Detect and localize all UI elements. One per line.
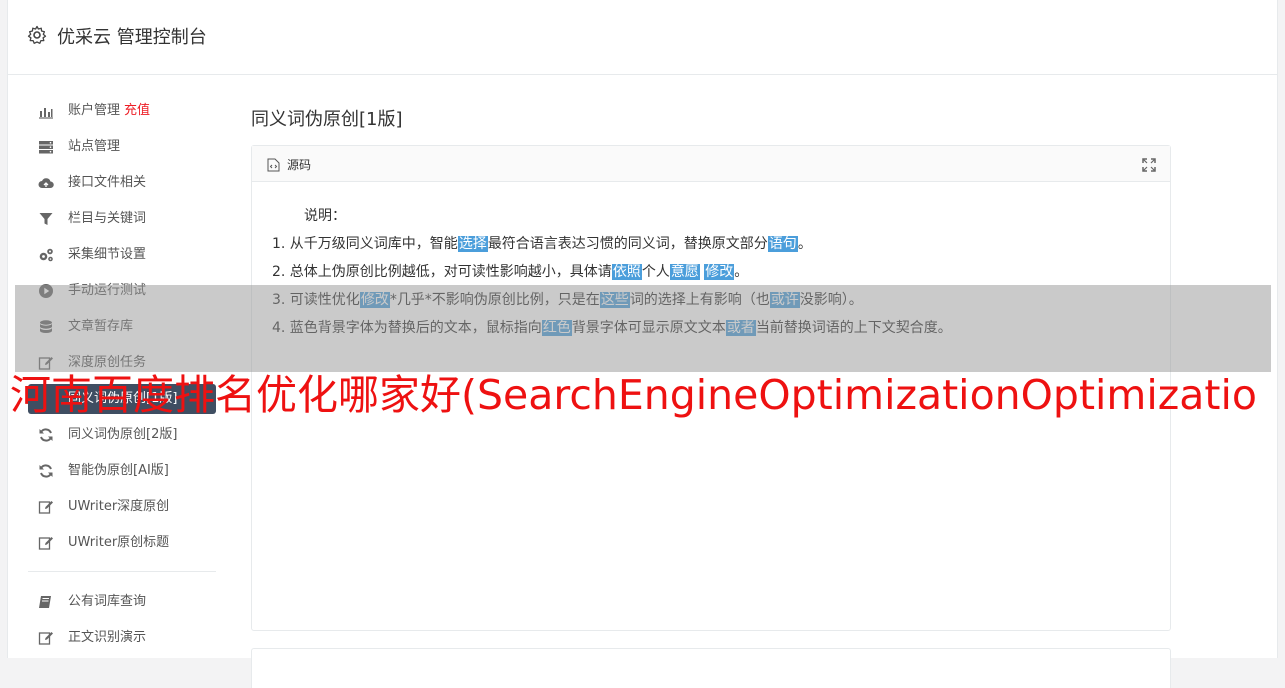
sidebar-item-9[interactable]: 同义词伪原创[2版]	[28, 420, 216, 450]
sidebar-item-13[interactable]: 公有词库查询	[28, 587, 216, 617]
sidebar-item-label: 智能伪原创[AI版]	[68, 463, 169, 478]
code-file-icon	[267, 158, 280, 172]
sidebar-item-label: 公有词库查询	[68, 594, 147, 609]
text-segment: 。	[734, 264, 749, 280]
sidebar-item-1[interactable]: 站点管理	[28, 132, 216, 162]
text-segment: 个人	[641, 264, 670, 280]
sidebar-item-14[interactable]: 正文识别演示	[28, 623, 216, 653]
top-header: 优采云 管理控制台	[8, 0, 1277, 75]
bar-chart-icon	[39, 108, 53, 119]
gears-icon	[39, 248, 53, 262]
sidebar-item-label: 接口文件相关	[68, 175, 147, 190]
sidebar-item-3[interactable]: 栏目与关键词	[28, 204, 216, 234]
gray-overlay	[15, 285, 1271, 372]
expand-icon[interactable]	[1142, 158, 1156, 172]
text-segment: 最符合语言表达习惯的同义词，替换原文部分	[487, 236, 768, 252]
sidebar-item-label: 栏目与关键词	[68, 211, 147, 226]
instruction-line: 1. 从千万级同义词库中，智能选择最符合语言表达习惯的同义词，替换原文部分语句。	[272, 230, 1150, 258]
sidebar-item-label: 采集细节设置	[68, 247, 147, 262]
text-segment: 。	[797, 236, 812, 252]
sidebar-item-label: UWriter深度原创	[68, 499, 170, 514]
replaced-word[interactable]: 依照	[611, 264, 642, 280]
sidebar-item-0[interactable]: 账户管理 充值	[28, 96, 216, 126]
panel-label: 源码	[287, 158, 312, 172]
recharge-badge[interactable]: 充值	[124, 103, 150, 118]
result-panel	[251, 648, 1171, 688]
refresh-icon	[39, 428, 53, 442]
sidebar-item-label: 同义词伪原创[2版]	[68, 427, 178, 442]
sidebar-item-2[interactable]: 接口文件相关	[28, 168, 216, 198]
sidebar-item-12[interactable]: UWriter原创标题	[28, 528, 216, 558]
app-title: 优采云 管理控制台	[57, 27, 207, 48]
sidebar-item-label: 正文识别演示	[68, 630, 147, 645]
cloud-upload-icon	[38, 178, 54, 188]
sidebar-item-label: UWriter原创标题	[68, 535, 170, 550]
sidebar-item-11[interactable]: UWriter深度原创	[28, 492, 216, 522]
sidebar-divider	[28, 571, 216, 572]
server-icon	[39, 141, 53, 154]
sidebar-item-4[interactable]: 采集细节设置	[28, 240, 216, 270]
banner-text: 河南百度排名优化哪家好(SearchEngineOptimizationOpti…	[10, 371, 1257, 419]
page-title: 同义词伪原创[1版]	[251, 109, 403, 130]
sidebar-item-label: 站点管理	[68, 139, 121, 154]
book-icon	[39, 596, 51, 608]
intro-label: 说明：	[304, 208, 346, 224]
text-segment: 2. 总体上伪原创比例越低，对可读性影响越小，具体请	[272, 264, 612, 280]
edit-icon	[38, 501, 53, 514]
replaced-word[interactable]: 意愿	[669, 264, 700, 280]
panel-header: 源码	[252, 146, 1170, 182]
edit-icon	[38, 632, 53, 645]
main-content: 同义词伪原创[1版] 源码 说明： 1. 从千万级同义词库中，智能选择最符合语言…	[251, 100, 1171, 688]
edit-icon	[38, 537, 53, 550]
replaced-word[interactable]: 修改	[704, 264, 735, 280]
replaced-word[interactable]: 选择	[457, 236, 488, 252]
text-segment: 1. 从千万级同义词库中，智能	[272, 236, 458, 252]
filter-icon	[39, 213, 53, 225]
instruction-line: 2. 总体上伪原创比例越低，对可读性影响越小，具体请依照个人意愿 修改。	[272, 258, 1150, 286]
replaced-word[interactable]: 语句	[767, 236, 798, 252]
sidebar-item-10[interactable]: 智能伪原创[AI版]	[28, 456, 216, 486]
refresh-icon	[39, 464, 53, 478]
gear-icon	[27, 25, 47, 44]
sidebar-item-label: 账户管理	[68, 103, 121, 118]
